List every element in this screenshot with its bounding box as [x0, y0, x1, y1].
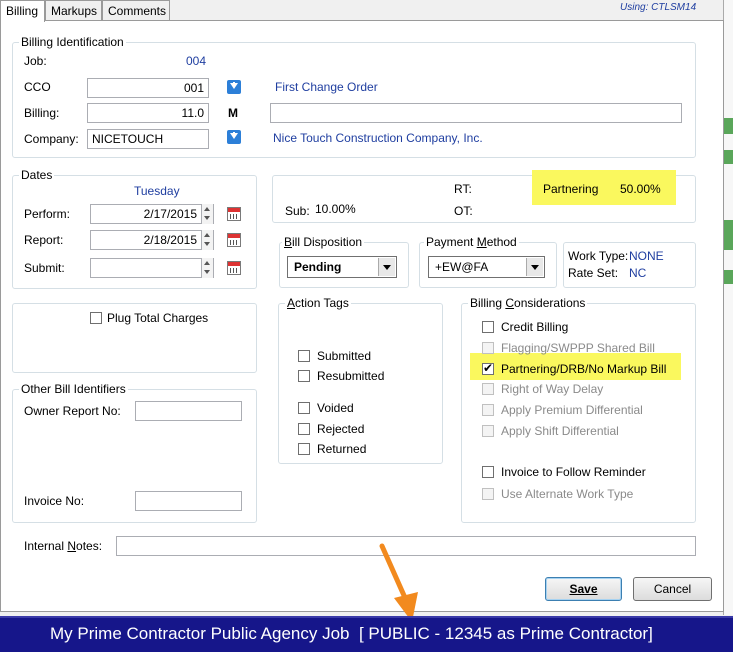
submit-calendar-icon[interactable]	[227, 261, 241, 275]
tab-billing[interactable]: Billing	[0, 0, 45, 22]
cco-label: CCO	[24, 80, 51, 94]
returned-label: Returned	[317, 442, 367, 456]
report-spinner[interactable]	[201, 230, 213, 250]
background-window-strip	[723, 0, 733, 615]
rate-set-value: NC	[629, 266, 647, 280]
premium-differential-checkbox[interactable]	[482, 404, 494, 416]
chevron-down-icon	[526, 258, 543, 276]
status-bar-text: My Prime Contractor Public Agency Job [ …	[50, 624, 653, 643]
flagging-checkbox[interactable]	[482, 342, 494, 354]
company-input[interactable]: NICETOUCH	[87, 129, 209, 149]
billing-code: M	[228, 106, 238, 120]
billing-label: Billing:	[24, 106, 60, 120]
job-label: Job:	[24, 54, 47, 68]
submitted-checkbox[interactable]	[298, 350, 310, 362]
plug-total-label: Plug Total Charges	[107, 311, 209, 325]
credit-billing-label: Credit Billing	[501, 320, 569, 334]
shift-differential-label: Apply Shift Differential	[501, 424, 619, 438]
action-tags-group: Action Tags	[278, 296, 443, 464]
cco-description: First Change Order	[275, 80, 378, 94]
payment-method-title: Payment Method	[424, 235, 519, 249]
status-bar: My Prime Contractor Public Agency Job [ …	[0, 616, 733, 652]
invoice-input[interactable]	[135, 491, 242, 511]
alternate-work-type-label: Use Alternate Work Type	[501, 487, 634, 501]
tab-comments[interactable]: Comments	[102, 0, 170, 20]
other-bill-identifiers-title: Other Bill Identifiers	[19, 382, 128, 396]
owner-report-label: Owner Report No:	[24, 404, 121, 418]
save-button[interactable]: Save	[545, 577, 622, 601]
premium-differential-label: Apply Premium Differential	[501, 403, 643, 417]
shift-differential-checkbox[interactable]	[482, 425, 494, 437]
voided-label: Voided	[317, 401, 354, 415]
partnering-label: Partnering	[543, 182, 599, 196]
report-label: Report:	[24, 233, 64, 247]
cancel-button[interactable]: Cancel	[633, 577, 712, 601]
billing-considerations-title: Billing Considerations	[468, 296, 588, 310]
ot-label: OT:	[454, 204, 473, 218]
billing-description-input[interactable]	[270, 103, 682, 123]
payment-method-select[interactable]: +EW@FA	[428, 256, 545, 278]
bill-disposition-title: Bill Disposition	[282, 235, 365, 249]
tab-markups[interactable]: Markups	[45, 0, 102, 20]
billing-identification-title: Billing Identification	[19, 35, 126, 49]
returned-checkbox[interactable]	[298, 443, 310, 455]
internal-notes-label: Internal Notes:	[24, 539, 103, 553]
job-value: 004	[186, 54, 207, 68]
rejected-label: Rejected	[317, 422, 365, 436]
partnering-bill-label: Partnering/DRB/No Markup Bill	[501, 362, 667, 376]
work-type-value: NONE	[629, 249, 664, 263]
partnering-bill-checkbox[interactable]	[482, 361, 494, 375]
perform-calendar-icon[interactable]	[227, 207, 241, 221]
right-of-way-label: Right of Way Delay	[501, 382, 604, 396]
company-name: Nice Touch Construction Company, Inc.	[273, 131, 483, 145]
credit-billing-checkbox[interactable]	[482, 321, 494, 333]
partnering-value: 50.00%	[620, 182, 661, 196]
resubmitted-checkbox[interactable]	[298, 370, 310, 382]
company-lookup-icon[interactable]	[227, 130, 241, 144]
dates-title: Dates	[19, 168, 55, 182]
submit-label: Submit:	[24, 261, 65, 275]
cco-lookup-icon[interactable]	[227, 80, 241, 94]
report-date-input[interactable]: 2/18/2015	[90, 230, 214, 250]
action-tags-title: Action Tags	[285, 296, 351, 310]
work-type-label: Work Type:	[568, 249, 629, 263]
rejected-checkbox[interactable]	[298, 423, 310, 435]
perform-date-input[interactable]: 2/17/2015	[90, 204, 214, 224]
report-calendar-icon[interactable]	[227, 233, 241, 247]
owner-report-input[interactable]	[135, 401, 242, 421]
right-of-way-checkbox[interactable]	[482, 383, 494, 395]
rt-label: RT:	[454, 182, 472, 196]
voided-checkbox[interactable]	[298, 402, 310, 414]
resubmitted-label: Resubmitted	[317, 369, 385, 383]
sub-value: 10.00%	[315, 202, 356, 216]
alternate-work-type-checkbox[interactable]	[482, 488, 494, 500]
perform-spinner[interactable]	[201, 204, 213, 224]
rate-set-label: Rate Set:	[568, 266, 619, 280]
invoice-reminder-label: Invoice to Follow Reminder	[501, 465, 646, 479]
invoice-label: Invoice No:	[24, 494, 85, 508]
bill-disposition-select[interactable]: Pending	[287, 256, 397, 278]
perform-label: Perform:	[24, 207, 71, 221]
submitted-label: Submitted	[317, 349, 372, 363]
billing-input[interactable]: 11.0	[87, 103, 209, 123]
day-name: Tuesday	[134, 184, 180, 198]
sub-label: Sub:	[285, 204, 310, 218]
submit-spinner[interactable]	[201, 258, 213, 278]
company-label: Company:	[24, 132, 79, 146]
flagging-label: Flagging/SWPPP Shared Bill	[501, 341, 655, 355]
submit-date-input[interactable]	[90, 258, 214, 278]
cco-input[interactable]: 001	[87, 78, 209, 98]
chevron-down-icon	[378, 258, 395, 276]
invoice-reminder-checkbox[interactable]	[482, 466, 494, 478]
using-label: Using: CTLSM14	[620, 2, 697, 13]
plug-total-checkbox[interactable]	[90, 312, 102, 324]
